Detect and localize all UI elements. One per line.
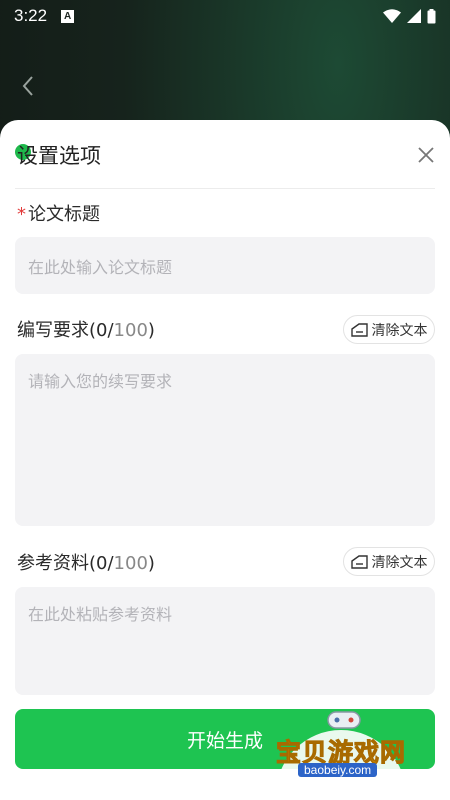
signal-icon: [407, 9, 421, 23]
notification-a-icon: A: [61, 9, 75, 23]
reference-count-open: (0/: [89, 553, 114, 574]
paper-title-label-text: 论文标题: [28, 204, 100, 225]
gamepad-icon: [327, 711, 361, 729]
reference-textarea[interactable]: 在此处粘贴参考资料: [15, 587, 435, 695]
back-arrow-icon[interactable]: [18, 72, 38, 100]
status-bar: 3:22 A: [0, 0, 450, 32]
reference-label-text: 参考资料: [17, 553, 89, 574]
eraser-icon: [350, 554, 368, 569]
paper-title-label: * 论文标题: [17, 200, 100, 226]
requirements-placeholder: 请输入您的续写要求: [28, 372, 173, 391]
start-generate-label: 开始生成: [186, 729, 263, 752]
clear-reference-label: 清除文本: [371, 554, 428, 571]
clear-requirements-label: 清除文本: [371, 322, 428, 339]
paper-title-placeholder: 在此处输入论文标题: [28, 257, 173, 277]
reference-label: 参考资料(0/100): [17, 549, 155, 575]
sheet-title: 设置选项: [17, 144, 101, 168]
requirements-textarea[interactable]: 请输入您的续写要求: [15, 354, 435, 526]
watermark-url: baobeiy.com: [298, 763, 378, 777]
battery-icon: [427, 8, 436, 23]
reference-placeholder: 在此处粘贴参考资料: [28, 605, 173, 624]
reference-count-max: 100: [113, 553, 148, 574]
requirements-count-open: (0/: [89, 320, 114, 341]
close-icon[interactable]: [416, 145, 436, 165]
status-time: 3:22: [14, 6, 48, 25]
requirements-count-close: ): [147, 320, 155, 341]
divider: [15, 188, 435, 189]
requirements-count-max: 100: [113, 320, 148, 341]
requirements-label-text: 编写要求: [17, 320, 89, 341]
reference-count-close: ): [147, 553, 155, 574]
clear-requirements-button[interactable]: 清除文本: [343, 315, 435, 344]
required-mark: *: [17, 204, 26, 225]
paper-title-input[interactable]: 在此处输入论文标题: [15, 237, 435, 294]
watermark-logo: 宝贝游戏网 baobeiy.com: [272, 700, 422, 795]
wifi-icon: [383, 9, 401, 23]
eraser-icon: [350, 322, 368, 337]
requirements-label: 编写要求(0/100): [17, 316, 155, 342]
clear-reference-button[interactable]: 清除文本: [343, 547, 435, 576]
